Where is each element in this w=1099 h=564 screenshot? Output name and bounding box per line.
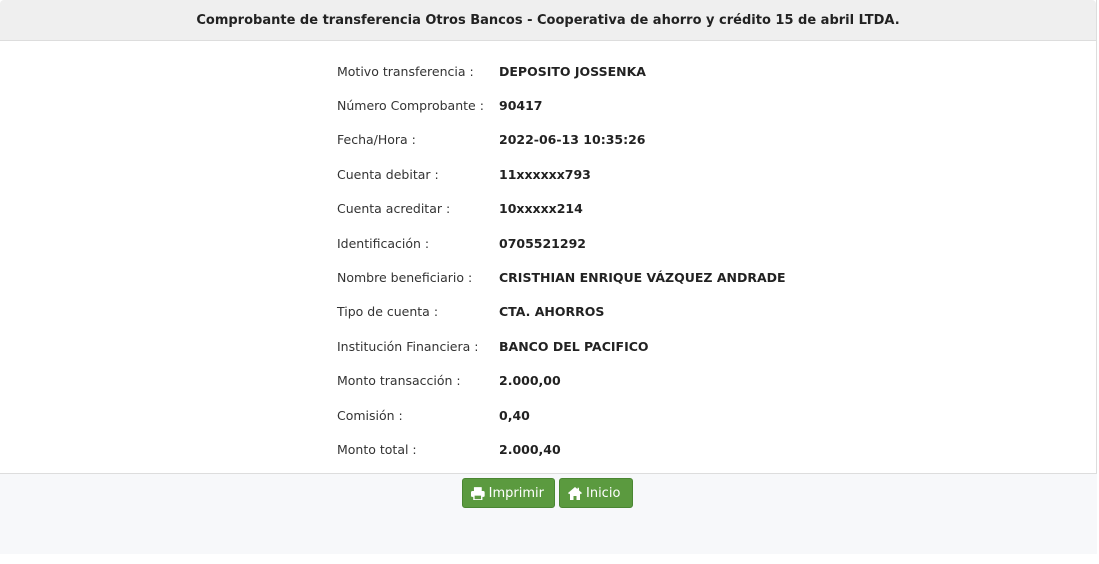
detail-value: 2.000,00 [499, 373, 561, 389]
detail-value: 11xxxxxx793 [499, 166, 591, 182]
printer-icon [471, 486, 485, 500]
detail-value: 2.000,40 [499, 441, 561, 457]
detail-label: Institución Financiera : [337, 338, 479, 354]
detail-label: Comisión : [337, 407, 403, 423]
detail-value: 2022-06-13 10:35:26 [499, 132, 646, 148]
receipt-details: Motivo transferencia : DEPOSITO JOSSENKA… [337, 54, 786, 467]
detail-label: Cuenta debitar : [337, 166, 439, 182]
detail-label: Identificación : [337, 235, 430, 251]
detail-label: Nombre beneficiario : [337, 270, 473, 286]
detail-label: Monto transacción : [337, 373, 461, 389]
receipt-panel: Comprobante de transferencia Otros Banco… [0, 0, 1097, 474]
panel-footer: Imprimir Inicio [0, 474, 1097, 554]
detail-row-numero-comprobante: Número Comprobante : 90417 [337, 88, 786, 122]
detail-row-monto-total: Monto total : 2.000,40 [337, 432, 786, 466]
receipt-title: Comprobante de transferencia Otros Banco… [0, 0, 1096, 41]
detail-row-cuenta-debitar: Cuenta debitar : 11xxxxxx793 [337, 157, 786, 191]
detail-value: 90417 [499, 98, 543, 114]
detail-row-tipo-cuenta: Tipo de cuenta : CTA. AHORROS [337, 295, 786, 329]
detail-row-comision: Comisión : 0,40 [337, 398, 786, 432]
detail-label: Número Comprobante : [337, 98, 484, 114]
detail-row-cuenta-acreditar: Cuenta acreditar : 10xxxxx214 [337, 192, 786, 226]
home-icon [568, 486, 582, 500]
detail-value: BANCO DEL PACIFICO [499, 338, 649, 354]
home-button[interactable]: Inicio [559, 478, 633, 508]
print-button[interactable]: Imprimir [462, 478, 555, 508]
detail-value: DEPOSITO JOSSENKA [499, 63, 646, 79]
detail-row-fecha-hora: Fecha/Hora : 2022-06-13 10:35:26 [337, 123, 786, 157]
detail-row-identificacion: Identificación : 0705521292 [337, 226, 786, 260]
detail-label: Motivo transferencia : [337, 63, 474, 79]
home-button-label: Inicio [586, 485, 621, 501]
detail-label: Fecha/Hora : [337, 132, 416, 148]
detail-value: CRISTHIAN ENRIQUE VÁZQUEZ ANDRADE [499, 270, 786, 286]
detail-value: 0705521292 [499, 235, 586, 251]
detail-row-institucion: Institución Financiera : BANCO DEL PACIF… [337, 329, 786, 363]
detail-row-nombre-beneficiario: Nombre beneficiario : CRISTHIAN ENRIQUE … [337, 260, 786, 294]
detail-label: Cuenta acreditar : [337, 201, 451, 217]
detail-row-monto-transaccion: Monto transacción : 2.000,00 [337, 364, 786, 398]
detail-value: 0,40 [499, 407, 530, 423]
detail-value: CTA. AHORROS [499, 304, 605, 320]
detail-value: 10xxxxx214 [499, 201, 583, 217]
detail-label: Tipo de cuenta : [337, 304, 439, 320]
action-buttons: Imprimir Inicio [462, 478, 633, 508]
detail-row-motivo: Motivo transferencia : DEPOSITO JOSSENKA [337, 54, 786, 88]
detail-label: Monto total : [337, 441, 417, 457]
print-button-label: Imprimir [488, 485, 544, 501]
